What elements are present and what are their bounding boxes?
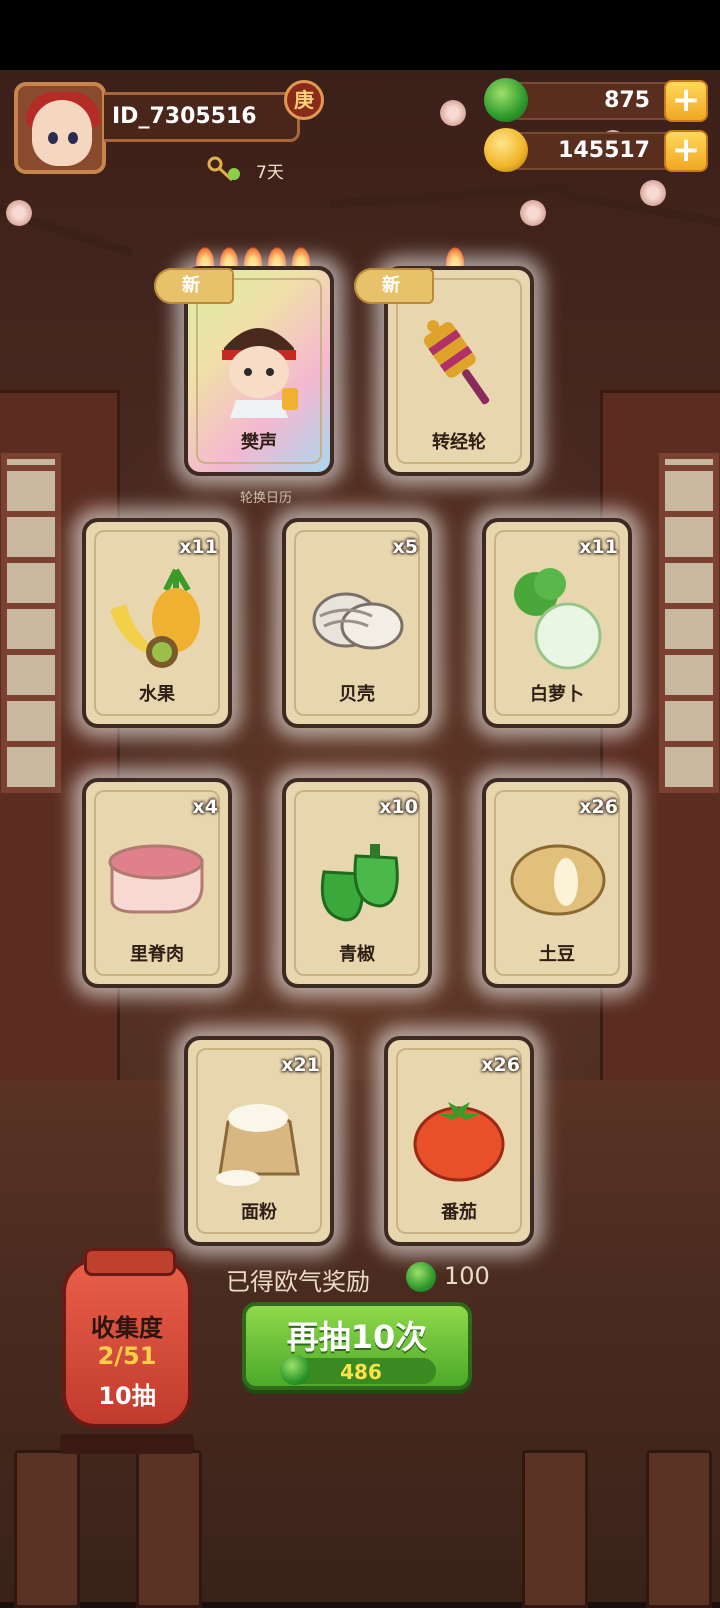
card-count: x26 — [481, 1054, 520, 1076]
fence-post — [646, 1450, 712, 1608]
fruit-icon — [110, 568, 200, 668]
fence-post — [522, 1450, 588, 1608]
jade-amount: 875 — [604, 88, 650, 113]
potato-icon — [510, 844, 606, 916]
key-icon — [207, 156, 240, 182]
card-name: 里脊肉 — [130, 944, 184, 965]
shell-icon — [312, 592, 404, 650]
new-badge: 新 — [154, 268, 234, 304]
card-potato[interactable]: x26 土豆 — [482, 778, 632, 988]
card-count: x21 — [281, 1054, 320, 1076]
jade-currency: 875 + — [484, 78, 712, 122]
card-count: x11 — [579, 536, 618, 558]
status-bar — [0, 0, 720, 70]
background-sign-text: 轮换日历 — [240, 491, 293, 506]
coin-amount: 145517 — [558, 138, 650, 163]
card-count: x4 — [192, 796, 218, 818]
prayer-wheel-icon — [423, 320, 490, 405]
avatar-eye — [68, 132, 78, 144]
card-tomato[interactable]: x26 番茄 — [384, 1036, 534, 1246]
card-green-pepper[interactable]: x10 青椒 — [282, 778, 432, 988]
card-name: 贝壳 — [339, 684, 375, 705]
draw-cost: 486 — [280, 1355, 436, 1385]
jade-icon — [484, 78, 528, 122]
blossom — [440, 100, 466, 126]
avatar-eye — [48, 132, 58, 144]
card-count: x10 — [379, 796, 418, 818]
card-name: 樊声 — [241, 432, 277, 453]
fence-post — [14, 1450, 80, 1608]
luck-reward: 已得欧气奖励 100 — [226, 1262, 490, 1297]
card-count: x26 — [579, 796, 618, 818]
tenderloin-icon — [108, 844, 204, 914]
card-name: 水果 — [139, 684, 175, 705]
left-door — [0, 390, 120, 1110]
door-lattice — [1, 453, 61, 793]
lantern-stand — [60, 1434, 194, 1454]
draw-cost-amount: 486 — [340, 1360, 382, 1384]
blossom — [640, 180, 666, 206]
new-badge: 新 — [354, 268, 434, 304]
card-white-radish[interactable]: x11 白萝卜 — [482, 518, 632, 728]
player-name-plate[interactable]: ID_7305516 — [104, 92, 300, 142]
add-jade-button[interactable]: + — [664, 80, 708, 122]
card-shell[interactable]: x5 贝壳 — [282, 518, 432, 728]
coin-icon — [484, 128, 528, 172]
blossom — [6, 200, 32, 226]
card-name: 番茄 — [441, 1202, 477, 1223]
card-name: 白萝卜 — [530, 684, 584, 705]
login-days-text: 7天 — [256, 163, 284, 183]
card-name: 面粉 — [241, 1202, 277, 1223]
tomato-icon — [413, 1102, 505, 1182]
coin-currency: 145517 + — [484, 128, 712, 172]
rank-badge[interactable]: 庚 — [284, 80, 324, 120]
player-id: ID_7305516 — [112, 104, 257, 129]
character-portrait-icon — [222, 328, 298, 418]
card-fruit[interactable]: x11 水果 — [82, 518, 232, 728]
card-count: x5 — [392, 536, 418, 558]
card-count: x11 — [179, 536, 218, 558]
blossom — [520, 200, 546, 226]
right-door — [600, 390, 720, 1110]
collection-draws: 10抽 — [98, 1382, 156, 1410]
luck-reward-label: 已得欧气奖励 — [226, 1268, 370, 1296]
card-name: 土豆 — [539, 944, 575, 965]
card-name: 转经轮 — [432, 432, 486, 453]
flour-icon — [216, 1104, 300, 1186]
jade-icon — [406, 1262, 436, 1292]
collection-lantern[interactable]: 收集度 2/51 10抽 — [60, 1248, 194, 1454]
lantern-cap — [84, 1248, 176, 1276]
door-lattice — [659, 453, 719, 793]
card-tenderloin[interactable]: x4 里脊肉 — [82, 778, 232, 988]
avatar[interactable] — [14, 82, 106, 174]
card-flour[interactable]: x21 面粉 — [184, 1036, 334, 1246]
card-name: 青椒 — [339, 944, 375, 965]
add-coin-button[interactable]: + — [664, 130, 708, 172]
collection-title: 收集度 — [91, 1314, 163, 1342]
fence-post — [136, 1450, 202, 1608]
draw-again-label: 再抽10次 — [286, 1318, 428, 1356]
collection-progress: 2/51 — [97, 1342, 157, 1370]
luck-reward-amount: 100 — [444, 1262, 490, 1290]
avatar-face — [32, 100, 92, 166]
green-pepper-icon — [320, 844, 399, 922]
draw-again-button[interactable]: 再抽10次 486 — [242, 1302, 472, 1390]
white-radish-icon — [514, 568, 602, 670]
